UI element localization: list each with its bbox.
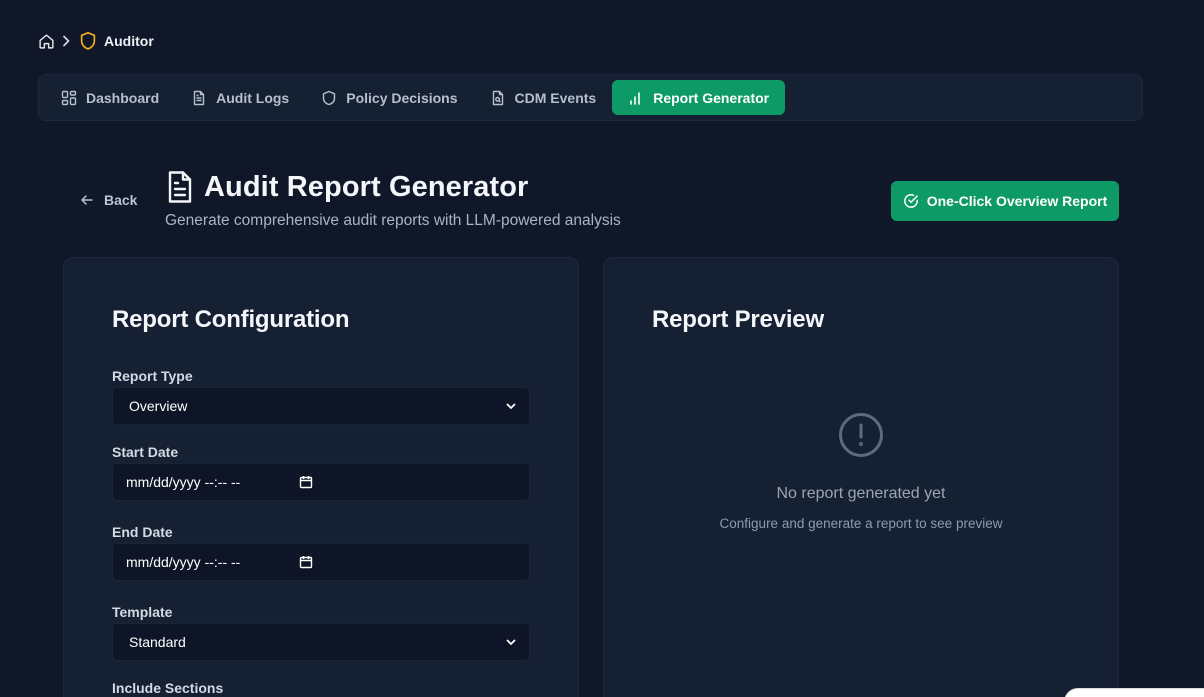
tab-audit-logs[interactable]: Audit Logs	[175, 80, 305, 115]
bar-chart-icon	[628, 90, 644, 106]
preview-title: Report Preview	[652, 306, 824, 333]
page-title: Audit Report Generator	[204, 170, 529, 203]
tab-label: Audit Logs	[216, 89, 290, 106]
home-icon[interactable]	[38, 33, 55, 50]
shield-icon	[79, 31, 97, 51]
end-date-input[interactable]: mm/dd/yyyy --:-- --	[112, 543, 530, 581]
calendar-icon[interactable]	[299, 555, 313, 569]
report-type-select[interactable]: Overview	[112, 387, 530, 425]
template-value: Standard	[129, 634, 186, 650]
report-preview-card: Report Preview No report generated yet C…	[603, 257, 1119, 697]
page-title-row: Audit Report Generator	[166, 170, 528, 204]
include-sections-label: Include Sections	[112, 680, 224, 696]
tab-label: Dashboard	[86, 89, 160, 106]
start-date-value: mm/dd/yyyy --:-- --	[126, 474, 241, 490]
chevron-down-icon	[505, 636, 517, 648]
report-type-value: Overview	[129, 398, 188, 414]
empty-state-hint: Configure and generate a report to see p…	[719, 516, 1003, 531]
check-circle-icon	[903, 193, 919, 209]
start-date-label: Start Date	[112, 444, 179, 460]
grid-icon	[61, 90, 77, 106]
calendar-icon[interactable]	[299, 475, 313, 489]
template-label: Template	[112, 604, 173, 620]
shield-icon	[321, 90, 337, 106]
tab-dashboard[interactable]: Dashboard	[45, 80, 175, 115]
start-date-input[interactable]: mm/dd/yyyy --:-- --	[112, 463, 530, 501]
page-subtitle: Generate comprehensive audit reports wit…	[165, 212, 621, 229]
one-click-overview-button[interactable]: One-Click Overview Report	[891, 181, 1119, 221]
file-search-icon	[490, 90, 506, 106]
tab-policy-decisions[interactable]: Policy Decisions	[305, 80, 473, 115]
tab-bar: Dashboard Audit Logs Policy Decisions CD…	[38, 74, 1143, 121]
tab-label: Policy Decisions	[346, 89, 458, 106]
report-configuration-card: Report Configuration Report Type Overvie…	[63, 257, 579, 697]
config-title: Report Configuration	[112, 306, 350, 333]
back-label: Back	[104, 192, 138, 208]
tab-report-generator[interactable]: Report Generator	[612, 80, 786, 115]
back-button[interactable]: Back	[80, 192, 137, 208]
chevron-right-icon	[61, 35, 71, 47]
report-type-label: Report Type	[112, 368, 193, 384]
breadcrumb: Auditor	[38, 31, 154, 51]
alert-circle-icon	[838, 412, 884, 458]
document-icon	[166, 170, 194, 204]
empty-state-title: No report generated yet	[776, 485, 946, 502]
tab-label: Report Generator	[653, 89, 770, 106]
breadcrumb-current[interactable]: Auditor	[104, 33, 154, 49]
document-icon	[191, 90, 207, 106]
tab-cdm-events[interactable]: CDM Events	[474, 80, 613, 115]
arrow-left-icon	[80, 193, 94, 207]
template-select[interactable]: Standard	[112, 623, 530, 661]
overview-button-label: One-Click Overview Report	[926, 193, 1108, 209]
chevron-down-icon	[505, 400, 517, 412]
end-date-label: End Date	[112, 524, 173, 540]
tab-label: CDM Events	[514, 89, 597, 106]
end-date-value: mm/dd/yyyy --:-- --	[126, 554, 241, 570]
floating-widget[interactable]	[1064, 688, 1204, 697]
preview-empty-state: No report generated yet Configure and ge…	[604, 412, 1118, 531]
